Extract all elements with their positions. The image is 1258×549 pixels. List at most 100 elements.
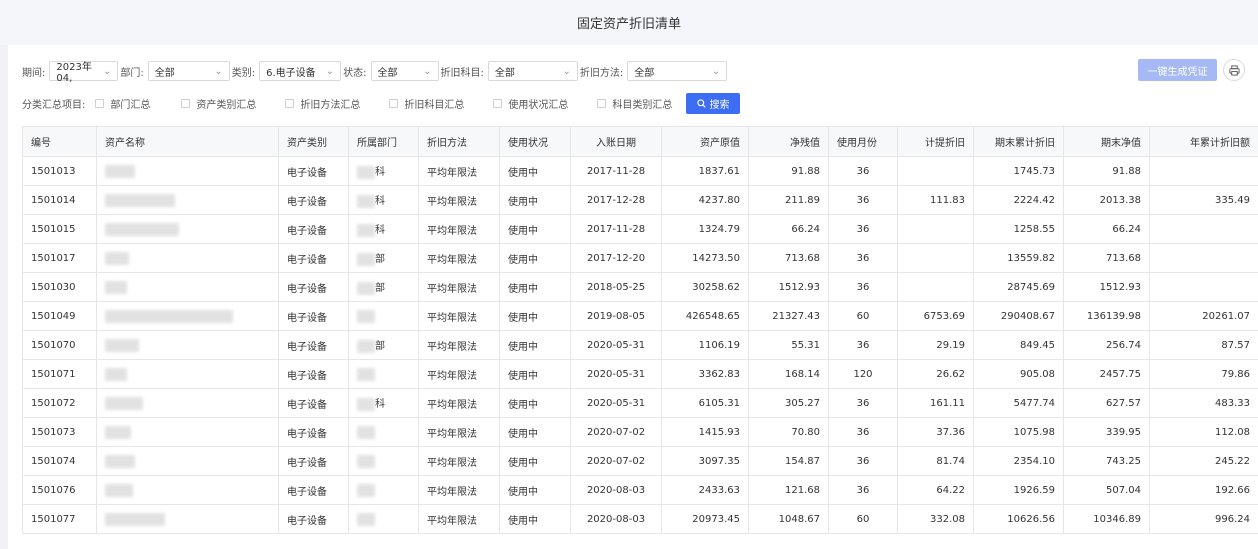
checkbox[interactable]	[389, 98, 399, 108]
summary-option-dept[interactable]: 部门汇总	[95, 96, 181, 111]
chevron-down-icon: ⌄	[711, 65, 721, 77]
table-row[interactable]: 1501030 电子设备部平均年限法 使用中 2018-05-25 30258.62 15…	[22, 272, 1258, 302]
redacted-dept	[357, 425, 375, 439]
checkbox[interactable]	[95, 98, 105, 108]
cell-dept	[348, 359, 419, 389]
checkbox[interactable]	[493, 98, 503, 108]
chevron-down-icon: ⌄	[423, 65, 432, 77]
cell-category: 电子设备	[278, 330, 349, 360]
category-select[interactable]: 6.电子设备 ⌄	[259, 61, 342, 81]
redacted-name	[105, 425, 131, 439]
cell-date: 2018-05-25	[570, 272, 662, 302]
cell-date: 2017-12-20	[570, 243, 662, 273]
summary-options: 分类汇总项目: 部门汇总 资产类别汇总 折旧方法汇总 折旧科目汇总 使用状况汇总…	[22, 92, 687, 114]
method-value: 全部	[634, 67, 655, 79]
redacted-name	[105, 367, 127, 381]
cell-dept: 科	[348, 185, 419, 215]
cell-category: 电子设备	[278, 504, 349, 534]
cell-method: 平均年限法	[418, 214, 500, 244]
cell-id: 1501015	[22, 214, 97, 244]
cell-months: 36	[828, 330, 898, 360]
cell-category: 电子设备	[278, 243, 349, 273]
cell-status: 使用中	[499, 156, 571, 186]
period-select[interactable]: 2023年04, ⌄	[49, 61, 119, 84]
table-row[interactable]: 1501014 电子设备科平均年限法 使用中 2017-12-28 4237.80 211…	[22, 185, 1258, 215]
redacted-name	[105, 222, 179, 236]
cell-original: 6105.31	[661, 388, 749, 418]
cell-name	[96, 214, 279, 244]
redacted-dept	[357, 281, 375, 295]
cell-category: 电子设备	[278, 359, 349, 389]
col-id: 编号	[22, 126, 97, 157]
table-row[interactable]: 1501072 电子设备科平均年限法 使用中 2020-05-31 6105.31 305…	[22, 388, 1258, 418]
redacted-dept	[357, 397, 375, 411]
table-row[interactable]: 1501074 电子设备 平均年限法 使用中 2020-07-02 3097.35 154.…	[22, 446, 1258, 476]
cell-category: 电子设备	[278, 388, 349, 418]
table-row[interactable]: 1501013 电子设备科平均年限法 使用中 2017-11-28 1837.61 91.…	[22, 156, 1258, 186]
summary-option-category[interactable]: 资产类别汇总	[181, 96, 285, 111]
dept-select[interactable]: 全部 ⌄	[147, 61, 230, 81]
cell-date: 2020-08-03	[570, 504, 662, 534]
subject-select[interactable]: 全部 ⌄	[487, 61, 578, 81]
cell-net: 743.25	[1063, 446, 1150, 476]
method-select[interactable]: 全部 ⌄	[627, 61, 728, 81]
redacted-dept	[357, 483, 375, 497]
cell-dept	[348, 417, 419, 447]
cell-original: 1415.93	[661, 417, 749, 447]
cell-net: 713.68	[1063, 243, 1150, 273]
summary-option-subject-type[interactable]: 科目类别汇总	[597, 96, 687, 111]
cell-status: 使用中	[499, 417, 571, 447]
redacted-dept	[357, 165, 375, 179]
table-row[interactable]: 1501049 电子设备 平均年限法 使用中 2019-08-05 426548.65 21…	[22, 301, 1258, 331]
cell-status: 使用中	[499, 272, 571, 302]
cell-acc: 290408.67	[973, 301, 1064, 331]
table-row[interactable]: 1501076 电子设备 平均年限法 使用中 2020-08-03 2433.63 121.…	[22, 475, 1258, 505]
status-select[interactable]: 全部 ⌄	[370, 61, 439, 81]
cell-depr	[897, 272, 974, 302]
cell-dept: 部	[348, 272, 419, 302]
table-row[interactable]: 1501077 电子设备 平均年限法 使用中 2020-08-03 20973.45 104…	[22, 504, 1258, 534]
chevron-down-icon: ⌄	[214, 65, 223, 77]
cell-name	[96, 475, 279, 505]
table-row[interactable]: 1501071 电子设备 平均年限法 使用中 2020-05-31 3362.83 168.…	[22, 359, 1258, 389]
checkbox[interactable]	[285, 98, 295, 108]
summary-option-method[interactable]: 折旧方法汇总	[285, 96, 389, 111]
redacted-name	[105, 396, 143, 410]
subject-label: 折旧科目:	[440, 67, 484, 79]
redacted-dept	[357, 309, 375, 323]
dept-label: 部门:	[120, 67, 144, 79]
cell-residual: 70.80	[748, 417, 829, 447]
print-button[interactable]	[1223, 59, 1245, 81]
redacted-name	[105, 309, 233, 323]
generate-voucher-button[interactable]: 一键生成凭证	[1138, 59, 1217, 81]
cell-id: 1501014	[22, 185, 97, 215]
redacted-dept	[357, 252, 375, 266]
cell-id: 1501013	[22, 156, 97, 186]
cell-category: 电子设备	[278, 475, 349, 505]
summary-option-subject[interactable]: 折旧科目汇总	[389, 96, 493, 111]
search-button[interactable]: 搜索	[686, 93, 740, 114]
checkbox[interactable]	[181, 98, 191, 108]
chevron-down-icon: ⌄	[325, 65, 335, 77]
cell-method: 平均年限法	[418, 156, 500, 186]
cell-net: 66.24	[1063, 214, 1150, 244]
table-row[interactable]: 1501017 电子设备部平均年限法 使用中 2017-12-20 14273.50 71…	[22, 243, 1258, 273]
table-row[interactable]: 1501070 电子设备部平均年限法 使用中 2020-05-31 1106.19 55.…	[22, 330, 1258, 360]
table-row[interactable]: 1501073 电子设备 平均年限法 使用中 2020-07-02 1415.93 70.8…	[22, 417, 1258, 447]
cell-method: 平均年限法	[418, 417, 500, 447]
cell-status: 使用中	[499, 388, 571, 418]
cell-original: 30258.62	[661, 272, 749, 302]
col-acc: 期末累计折旧	[973, 126, 1064, 157]
cell-net: 507.04	[1063, 475, 1150, 505]
cell-dept: 科	[348, 388, 419, 418]
checkbox[interactable]	[597, 98, 607, 108]
cell-year	[1149, 156, 1258, 186]
cell-name	[96, 156, 279, 186]
cell-net: 136139.98	[1063, 301, 1150, 331]
cell-status: 使用中	[499, 330, 571, 360]
cell-residual: 1048.67	[748, 504, 829, 534]
cell-depr: 161.11	[897, 388, 974, 418]
cell-year: 335.49	[1149, 185, 1258, 215]
table-row[interactable]: 1501015 电子设备科平均年限法 使用中 2017-11-28 1324.79 66.…	[22, 214, 1258, 244]
summary-option-status[interactable]: 使用状况汇总	[493, 96, 597, 111]
